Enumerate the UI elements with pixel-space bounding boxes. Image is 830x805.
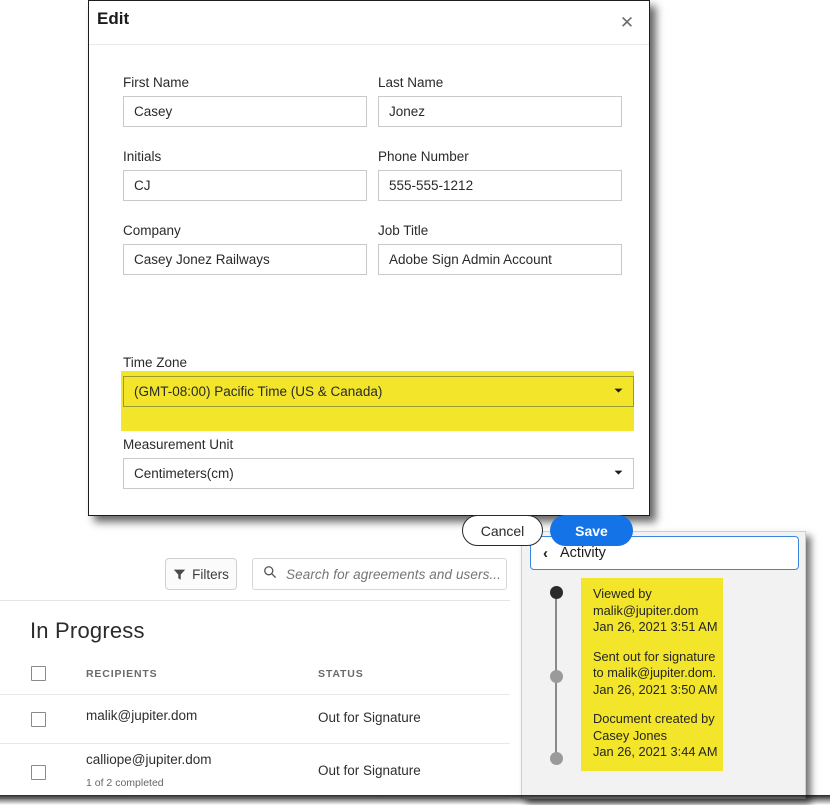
dialog-header: Edit ✕ [89,1,649,45]
save-button[interactable]: Save [550,515,633,546]
activity-panel: ‹ Activity Viewed by malik@jupiter.dom J… [521,531,806,799]
column-header-recipients: RECIPIENTS [86,668,158,680]
measurement-unit-value: Centimeters(cm) [134,466,234,481]
field-label: Initials [123,149,162,164]
field-label: Phone Number [378,149,469,164]
activity-entry-text: Document created by Casey Jones [593,711,715,743]
first-name-input[interactable]: Casey [123,96,367,127]
timeline-dot [549,670,563,683]
select-all-checkbox[interactable] [31,666,46,681]
field-first-name: First Name Casey [123,75,367,127]
field-company: Company Casey Jonez Railways [123,223,367,275]
field-measurement-unit: Measurement Unit Centimeters(cm) ⏷ [123,437,634,489]
activity-timeline [545,580,569,770]
table-row[interactable]: calliope@jupiter.dom 1 of 2 completed Ou… [0,743,510,799]
chevron-down-icon: ⏷ [614,385,623,397]
activity-entry: Document created by Casey Jones Jan 26, … [593,711,723,761]
chevron-down-icon: ⏷ [614,467,623,479]
activity-entry-text: Viewed by malik@jupiter.dom [593,586,699,618]
filters-label: Filters [192,566,229,582]
activity-entry-text: Sent out for signature to malik@jupiter.… [593,648,717,681]
bottom-shadow [0,795,830,805]
company-input[interactable]: Casey Jonez Railways [123,244,367,275]
field-label: Time Zone [123,355,188,370]
search-icon [263,565,277,584]
field-label: Job Title [378,223,429,238]
field-time-zone: Time Zone (GMT-08:00) Pacific Time (US &… [123,355,634,407]
row-checkbox[interactable] [31,712,46,727]
agreements-table: RECIPIENTS STATUS malik@jupiter.dom Out … [0,658,510,799]
activity-entry: Sent out for signature to malik@jupiter.… [593,649,723,699]
cancel-button[interactable]: Cancel [462,515,543,546]
last-name-input[interactable]: Jonez [378,96,622,127]
filters-button[interactable]: Filters [165,558,237,590]
timeline-dot [549,586,563,599]
cell-status: Out for Signature [318,710,421,725]
dialog-title: Edit [97,9,130,28]
job-title-input[interactable]: Adobe Sign Admin Account [378,244,622,275]
table-row[interactable]: malik@jupiter.dom Out for Signature [0,694,510,743]
activity-title: Activity [560,545,606,561]
activity-entry-timestamp: Jan 26, 2021 3:44 AM [593,744,718,759]
chevron-left-icon[interactable]: ‹ [543,546,548,561]
field-label: Last Name [378,75,444,90]
activity-entry-timestamp: Jan 26, 2021 3:50 AM [593,681,718,697]
initials-input[interactable]: CJ [123,170,367,201]
field-label: Measurement Unit [123,437,234,452]
row-checkbox[interactable] [31,765,46,780]
cell-recipient-progress: 1 of 2 completed [86,777,164,789]
edit-dialog: Edit ✕ First Name Casey Last Name Jonez … [88,0,650,546]
field-initials: Initials CJ [123,149,367,201]
cell-status: Out for Signature [318,763,421,778]
cell-recipient: malik@jupiter.dom [86,708,198,723]
search-input[interactable]: Search for agreements and users... [252,558,507,590]
field-phone-number: Phone Number 555-555-1212 [378,149,622,201]
funnel-icon [173,568,186,581]
table-header-row: RECIPIENTS STATUS [0,658,510,694]
activity-entries: Viewed by malik@jupiter.dom Jan 26, 2021… [581,578,723,771]
activity-entry: Viewed by malik@jupiter.dom Jan 26, 2021… [593,586,723,636]
field-label: First Name [123,75,190,90]
cell-recipient: calliope@jupiter.dom [86,752,212,767]
phone-number-input[interactable]: 555-555-1212 [378,170,622,201]
time-zone-value: (GMT-08:00) Pacific Time (US & Canada) [134,384,383,399]
close-icon[interactable]: ✕ [617,12,637,32]
column-header-status: STATUS [318,668,364,680]
time-zone-select[interactable]: (GMT-08:00) Pacific Time (US & Canada) ⏷ [123,376,634,407]
field-job-title: Job Title Adobe Sign Admin Account [378,223,622,275]
search-placeholder: Search for agreements and users... [286,566,502,582]
toolbar-divider [0,600,510,601]
field-label: Company [123,223,181,238]
page-title: In Progress [30,618,145,643]
timeline-dot [549,752,563,765]
screenshot-root: Filters Search for agreements and users.… [0,0,830,805]
activity-entry-timestamp: Jan 26, 2021 3:51 AM [593,619,718,634]
field-last-name: Last Name Jonez [378,75,622,127]
measurement-unit-select[interactable]: Centimeters(cm) ⏷ [123,458,634,489]
